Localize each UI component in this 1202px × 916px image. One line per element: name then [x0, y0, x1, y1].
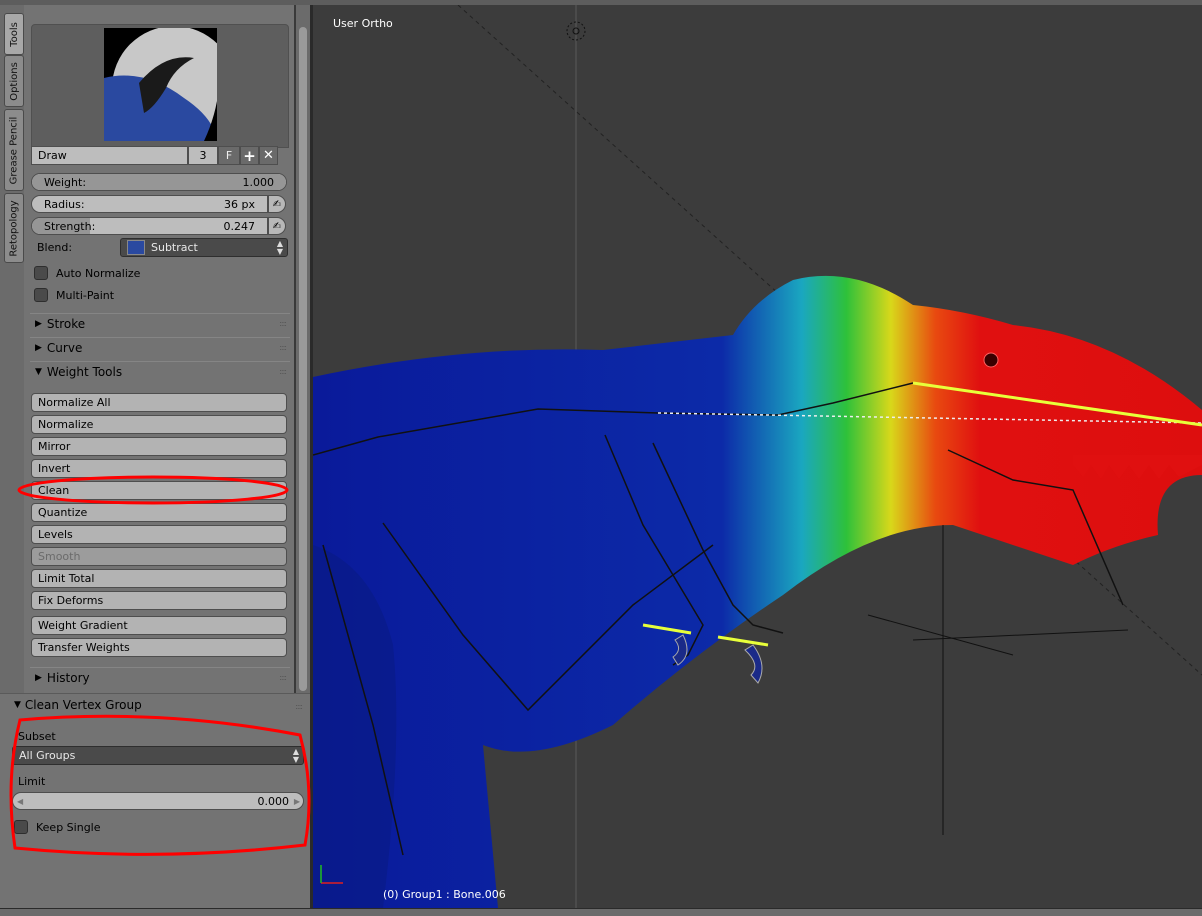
3d-viewport[interactable]: User Ortho (0) Group1 : Bone.006: [313, 5, 1202, 908]
tab-options[interactable]: Options: [4, 55, 24, 107]
limit-slider[interactable]: ◀ 0.000 ▶: [12, 792, 304, 810]
fix-deforms-button[interactable]: Fix Deforms: [31, 591, 287, 610]
blend-label: Blend:: [37, 241, 73, 254]
dropdown-arrows-icon: ▲ ▼: [276, 239, 283, 256]
checkbox-box: [34, 288, 48, 302]
radius-slider[interactable]: Radius: 36 px: [31, 195, 268, 213]
levels-button[interactable]: Levels: [31, 525, 287, 544]
smooth-button[interactable]: Smooth: [31, 547, 287, 566]
weight-gradient-button[interactable]: Weight Gradient: [31, 616, 287, 635]
checkbox-box: [34, 266, 48, 280]
tab-tools[interactable]: Tools: [4, 13, 24, 55]
drag-handle-icon[interactable]: ::::: [295, 702, 303, 711]
collapsed-triangle-icon: ▶: [35, 343, 42, 353]
normalize-all-button[interactable]: Normalize All: [31, 393, 287, 412]
quantize-button[interactable]: Quantize: [31, 503, 287, 522]
drag-handle-icon[interactable]: ::::: [279, 673, 287, 682]
expanded-triangle-icon: ▼: [35, 367, 42, 377]
transfer-weights-button[interactable]: Transfer Weights: [31, 638, 287, 657]
radius-pressure-icon[interactable]: ✍: [268, 195, 286, 213]
tab-retopology[interactable]: Retopology: [4, 193, 24, 263]
weight-slider[interactable]: Weight: 1.000: [31, 173, 287, 191]
invert-button[interactable]: Invert: [31, 459, 287, 478]
history-panel-header[interactable]: ▶ History::::: [30, 667, 290, 688]
clean-button[interactable]: Clean: [31, 481, 287, 500]
tab-grease-pencil[interactable]: Grease Pencil: [4, 109, 24, 191]
add-brush-icon[interactable]: +: [240, 146, 259, 165]
drag-handle-icon[interactable]: ::::: [279, 343, 287, 352]
curve-panel-header[interactable]: ▶ Curve::::: [30, 337, 290, 358]
dinosaur-mesh[interactable]: [313, 275, 1202, 908]
scrollbar-thumb[interactable]: [299, 27, 307, 691]
brush-thumbnail[interactable]: [104, 28, 217, 141]
viewport-scene: [313, 5, 1202, 908]
keep-single-checkbox[interactable]: Keep Single: [14, 820, 101, 834]
subset-dropdown[interactable]: All Groups ▲ ▼: [12, 746, 304, 765]
blend-dropdown[interactable]: Subtract ▲ ▼: [120, 238, 288, 257]
dinosaur-eye: [983, 352, 999, 368]
tool-shelf-tabs: Tools Options Grease Pencil Retopology: [0, 5, 24, 693]
normalize-button[interactable]: Normalize: [31, 415, 287, 434]
brush-preview-box[interactable]: [31, 24, 289, 148]
view-name-label: User Ortho: [333, 17, 393, 30]
collapsed-triangle-icon: ▶: [35, 319, 42, 329]
collapsed-triangle-icon: ▶: [35, 673, 42, 683]
auto-normalize-checkbox[interactable]: Auto Normalize: [34, 266, 140, 280]
stroke-panel-header[interactable]: ▶ Stroke::::: [30, 313, 290, 334]
object-status-label: (0) Group1 : Bone.006: [383, 888, 506, 901]
strength-pressure-icon[interactable]: ✍: [268, 217, 286, 235]
limit-label: Limit: [18, 775, 46, 788]
mirror-button[interactable]: Mirror: [31, 437, 287, 456]
brush-users-count[interactable]: 3: [188, 146, 218, 165]
multi-paint-checkbox[interactable]: Multi-Paint: [34, 288, 114, 302]
dropdown-arrows-icon: ▲ ▼: [292, 747, 299, 764]
tool-shelf-scrollbar[interactable]: [296, 5, 310, 693]
operator-redo-panel: ▼ Clean Vertex Group :::: Subset All Grou…: [0, 693, 310, 909]
subset-label: Subset: [18, 730, 56, 743]
checkbox-box: [14, 820, 28, 834]
drag-handle-icon[interactable]: ::::: [279, 367, 287, 376]
decrement-arrow-icon[interactable]: ◀: [17, 797, 23, 806]
drag-handle-icon[interactable]: ::::: [279, 319, 287, 328]
strength-slider[interactable]: Strength: 0.247: [31, 217, 268, 235]
increment-arrow-icon[interactable]: ▶: [294, 797, 300, 806]
delete-brush-icon[interactable]: ✕: [259, 146, 278, 165]
clean-vertex-group-header[interactable]: ▼ Clean Vertex Group: [14, 698, 142, 712]
weight-tools-panel-header[interactable]: ▼ Weight Tools::::: [30, 361, 290, 382]
fake-user-button[interactable]: F: [218, 146, 240, 165]
brush-datablock-row: Draw 3 F + ✕: [31, 146, 278, 165]
blend-mode-icon: [127, 240, 145, 255]
brush-name-field[interactable]: Draw: [31, 146, 188, 165]
expanded-triangle-icon: ▼: [14, 700, 21, 710]
limit-total-button[interactable]: Limit Total: [31, 569, 287, 588]
